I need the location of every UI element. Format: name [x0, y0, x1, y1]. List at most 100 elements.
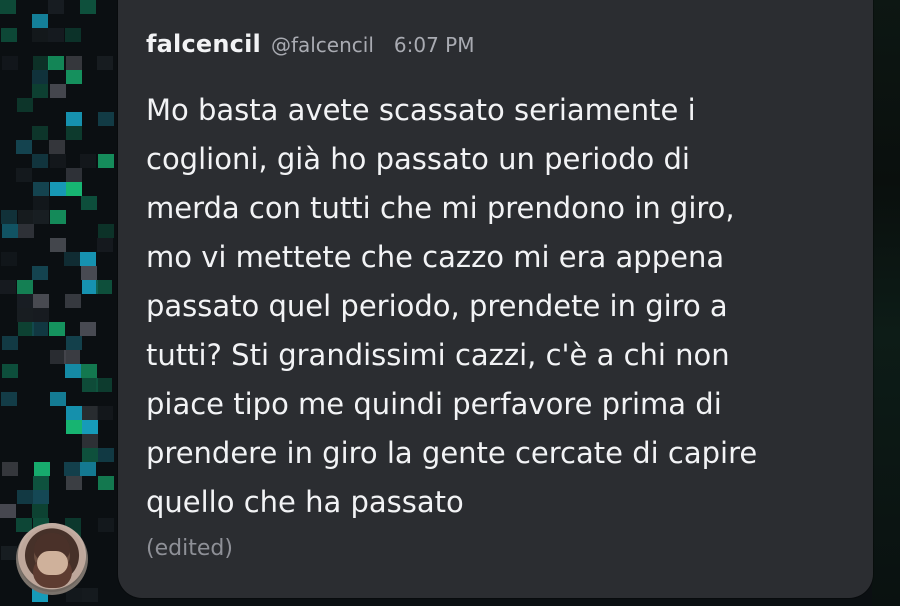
- background-pixel: [33, 308, 49, 322]
- user-handle[interactable]: @falcencil: [271, 33, 374, 57]
- background-pixel: [49, 322, 65, 336]
- background-pixel: [32, 126, 48, 140]
- background-pixel: [50, 238, 66, 252]
- background-pixel: [64, 252, 80, 266]
- background-pixel: [65, 294, 81, 308]
- background-pixel: [80, 252, 96, 266]
- background-pixel: [2, 224, 18, 238]
- background-pixel: [66, 406, 82, 420]
- username[interactable]: falcencil: [146, 30, 261, 58]
- background-pixel: [17, 490, 33, 504]
- background-pixel: [65, 364, 81, 378]
- background-pixel: [33, 210, 49, 224]
- background-pixel: [33, 196, 49, 210]
- background-pixel: [48, 0, 64, 14]
- background-pixel: [32, 84, 48, 98]
- background-pixel: [65, 28, 81, 42]
- background-pixel: [16, 140, 32, 154]
- background-pixel: [82, 588, 98, 602]
- message-text: Mo basta avete scassato seriamente i cog…: [146, 93, 758, 519]
- background-pixel: [98, 224, 114, 238]
- right-pixel-strip: [872, 0, 900, 606]
- background-pixel: [66, 112, 82, 126]
- background-pixel: [34, 462, 50, 476]
- background-pixel: [98, 476, 114, 490]
- background-pixel: [66, 168, 82, 182]
- timestamp: 6:07 PM: [393, 33, 475, 57]
- background-pixel: [17, 280, 33, 294]
- background-pixel: [98, 448, 114, 462]
- background-pixel: [16, 168, 32, 182]
- background-pixel: [50, 182, 66, 196]
- background-pixel: [96, 378, 112, 392]
- background-pixel: [66, 420, 82, 434]
- background-pixel: [1, 392, 17, 406]
- background-pixel: [32, 28, 48, 42]
- background-pixel: [50, 392, 66, 406]
- background-pixel: [0, 280, 16, 294]
- background-pixel: [66, 336, 82, 350]
- background-pixel: [80, 154, 96, 168]
- background-pixel: [97, 56, 113, 70]
- background-pixel: [33, 476, 49, 490]
- background-pixel: [33, 56, 49, 70]
- background-pixel: [0, 504, 16, 518]
- background-pixel: [2, 56, 18, 70]
- background-pixel: [48, 28, 64, 42]
- background-pixel: [97, 238, 113, 252]
- background-pixel: [82, 448, 98, 462]
- message-card: falcencil @falcencil 6:07 PM Mo basta av…: [118, 0, 873, 598]
- background-pixel: [98, 112, 114, 126]
- background-pixel: [18, 224, 34, 238]
- background-pixel: [33, 182, 49, 196]
- background-pixel: [2, 336, 18, 350]
- background-pixel: [97, 406, 113, 420]
- background-pixel: [32, 504, 48, 518]
- background-pixel: [1, 546, 17, 560]
- background-pixel: [17, 308, 33, 322]
- background-pixel: [81, 266, 97, 280]
- message-header: falcencil @falcencil 6:07 PM: [146, 30, 474, 58]
- background-pixel: [48, 56, 64, 70]
- background-pixel: [1, 252, 17, 266]
- user-avatar-icon[interactable]: [16, 523, 88, 595]
- background-pixel: [17, 98, 33, 112]
- background-pixel: [32, 70, 48, 84]
- background-pixel: [33, 294, 49, 308]
- background-pixel: [32, 154, 48, 168]
- background-pixel: [50, 84, 66, 98]
- background-pixel: [80, 462, 96, 476]
- background-pixel: [33, 490, 49, 504]
- background-pixel: [81, 196, 97, 210]
- background-pixel: [96, 280, 112, 294]
- background-pixel: [1, 28, 17, 42]
- background-pixel: [66, 70, 82, 84]
- background-pixel: [0, 0, 16, 14]
- background-pixel: [17, 294, 33, 308]
- background-pixel: [81, 364, 97, 378]
- background-pixel: [2, 462, 18, 476]
- background-pixel: [49, 140, 65, 154]
- background-pixel: [50, 154, 66, 168]
- background-pixel: [98, 518, 114, 532]
- background-pixel: [32, 14, 48, 28]
- background-pixel: [1, 210, 17, 224]
- background-pixel: [32, 266, 48, 280]
- background-pixel: [64, 462, 80, 476]
- background-pixel: [66, 56, 82, 70]
- background-pixel: [18, 210, 34, 224]
- background-pixel: [82, 434, 98, 448]
- background-pixel: [98, 154, 114, 168]
- background-pixel: [2, 364, 18, 378]
- background-pixel: [80, 0, 96, 14]
- edited-label: (edited): [146, 536, 233, 561]
- background-pixel: [66, 126, 82, 140]
- background-pixel: [64, 350, 80, 364]
- background-pixel: [66, 182, 82, 196]
- background-pixel: [32, 322, 48, 336]
- background-pixel: [50, 210, 66, 224]
- background-pixel: [82, 406, 98, 420]
- background-pixel: [66, 476, 82, 490]
- background-pixel: [80, 322, 96, 336]
- background-pixel: [82, 420, 98, 434]
